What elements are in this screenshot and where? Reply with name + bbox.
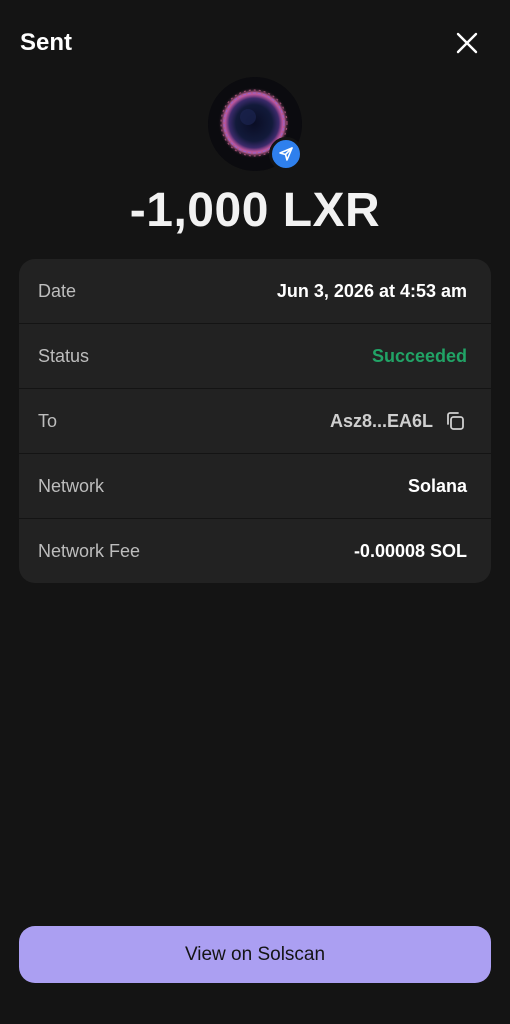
- to-label: To: [38, 410, 58, 431]
- transaction-amount: -1,000 LXR: [129, 184, 381, 237]
- detail-row-status: Status Succeeded: [19, 324, 491, 389]
- status-label: Status: [38, 345, 90, 366]
- paper-plane-icon: [279, 147, 293, 161]
- token-avatar-wrapper: [208, 77, 303, 171]
- copy-address-button[interactable]: [443, 409, 467, 433]
- detail-row-to: To Asz8...EA6L: [19, 389, 491, 454]
- page-title: Sent: [20, 29, 73, 56]
- date-label: Date: [38, 280, 77, 301]
- network-value: Solana: [407, 475, 467, 496]
- close-button[interactable]: [450, 26, 484, 60]
- status-value: Succeeded: [371, 345, 467, 366]
- to-value-group[interactable]: Asz8...EA6L: [330, 409, 467, 433]
- header: Sent: [0, 0, 510, 86]
- detail-row-network-fee: Network Fee -0.00008 SOL: [19, 519, 491, 583]
- network-fee-value: -0.00008 SOL: [353, 540, 467, 561]
- to-address[interactable]: Asz8...EA6L: [330, 411, 433, 432]
- sent-badge: [269, 137, 303, 171]
- transaction-details-card: Date Jun 3, 2026 at 4:53 am Status Succe…: [19, 259, 491, 583]
- close-icon: [456, 32, 478, 54]
- view-on-solscan-button[interactable]: View on Solscan: [19, 926, 491, 983]
- detail-row-network: Network Solana: [19, 454, 491, 519]
- network-fee-label: Network Fee: [38, 540, 141, 561]
- detail-row-date: Date Jun 3, 2026 at 4:53 am: [19, 259, 491, 324]
- network-label: Network: [38, 475, 105, 496]
- copy-icon: [447, 412, 464, 430]
- date-value: Jun 3, 2026 at 4:53 am: [276, 280, 467, 301]
